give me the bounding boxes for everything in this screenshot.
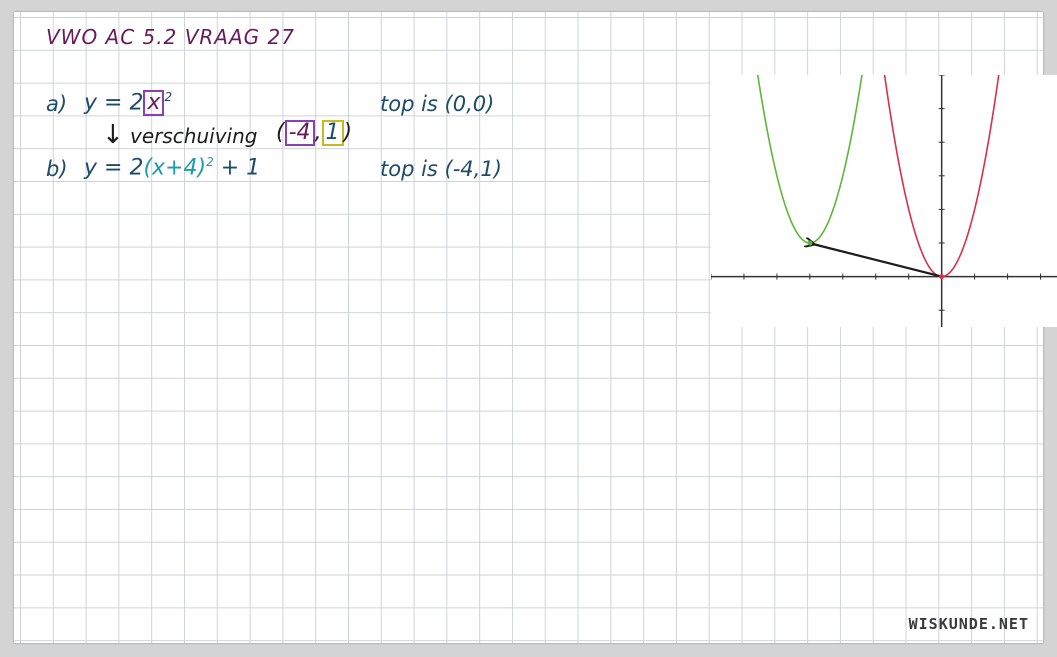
part-b-label: b) bbox=[46, 157, 68, 181]
shifted-parabola bbox=[755, 62, 865, 244]
watermark-logo: WISKUNDE.NET bbox=[908, 615, 1029, 633]
parabola-graph bbox=[710, 58, 1057, 327]
shift-dy-box: 1 bbox=[321, 120, 344, 146]
shift-close-paren: ) bbox=[343, 120, 353, 145]
page-title: VWO AC 5.2 VRAAG 27 bbox=[46, 25, 295, 49]
part-a-exponent: 2 bbox=[164, 90, 173, 104]
part-a-x-box: x bbox=[143, 90, 165, 117]
parabola-graph-svg bbox=[710, 58, 1057, 327]
part-b-suffix: + 1 bbox=[213, 155, 261, 181]
shift-arrow bbox=[813, 244, 942, 278]
grid-board: VWO AC 5.2 VRAAG 27 a) y = 2x2 top is (0… bbox=[14, 12, 1057, 643]
part-a-top: top is (0,0) bbox=[380, 92, 495, 116]
shift-dx-box: -4 bbox=[284, 120, 315, 146]
shift-down-arrow-icon: ↓ bbox=[102, 120, 124, 150]
part-a-formula-prefix: y = 2 bbox=[84, 90, 144, 116]
shift-open-paren: ( bbox=[276, 120, 285, 145]
part-b-top: top is (-4,1) bbox=[380, 157, 502, 181]
shifted-vertex-dot bbox=[807, 240, 813, 246]
part-a-label: a) bbox=[46, 92, 68, 116]
part-a-formula: y = 2x2 bbox=[84, 90, 173, 117]
axis-ticks bbox=[710, 74, 1042, 311]
shift-vector: (-4, 1) bbox=[276, 120, 352, 146]
part-b-formula-prefix: y = 2 bbox=[84, 155, 144, 181]
part-b-exponent: 2 bbox=[206, 155, 214, 169]
part-b-inner: (x+4) bbox=[143, 155, 207, 181]
part-b-formula: y = 2(x+4)2 + 1 bbox=[84, 155, 260, 180]
shift-comma: , bbox=[314, 120, 322, 145]
original-vertex-dot bbox=[939, 274, 945, 280]
shift-label: verschuiving bbox=[130, 124, 258, 148]
